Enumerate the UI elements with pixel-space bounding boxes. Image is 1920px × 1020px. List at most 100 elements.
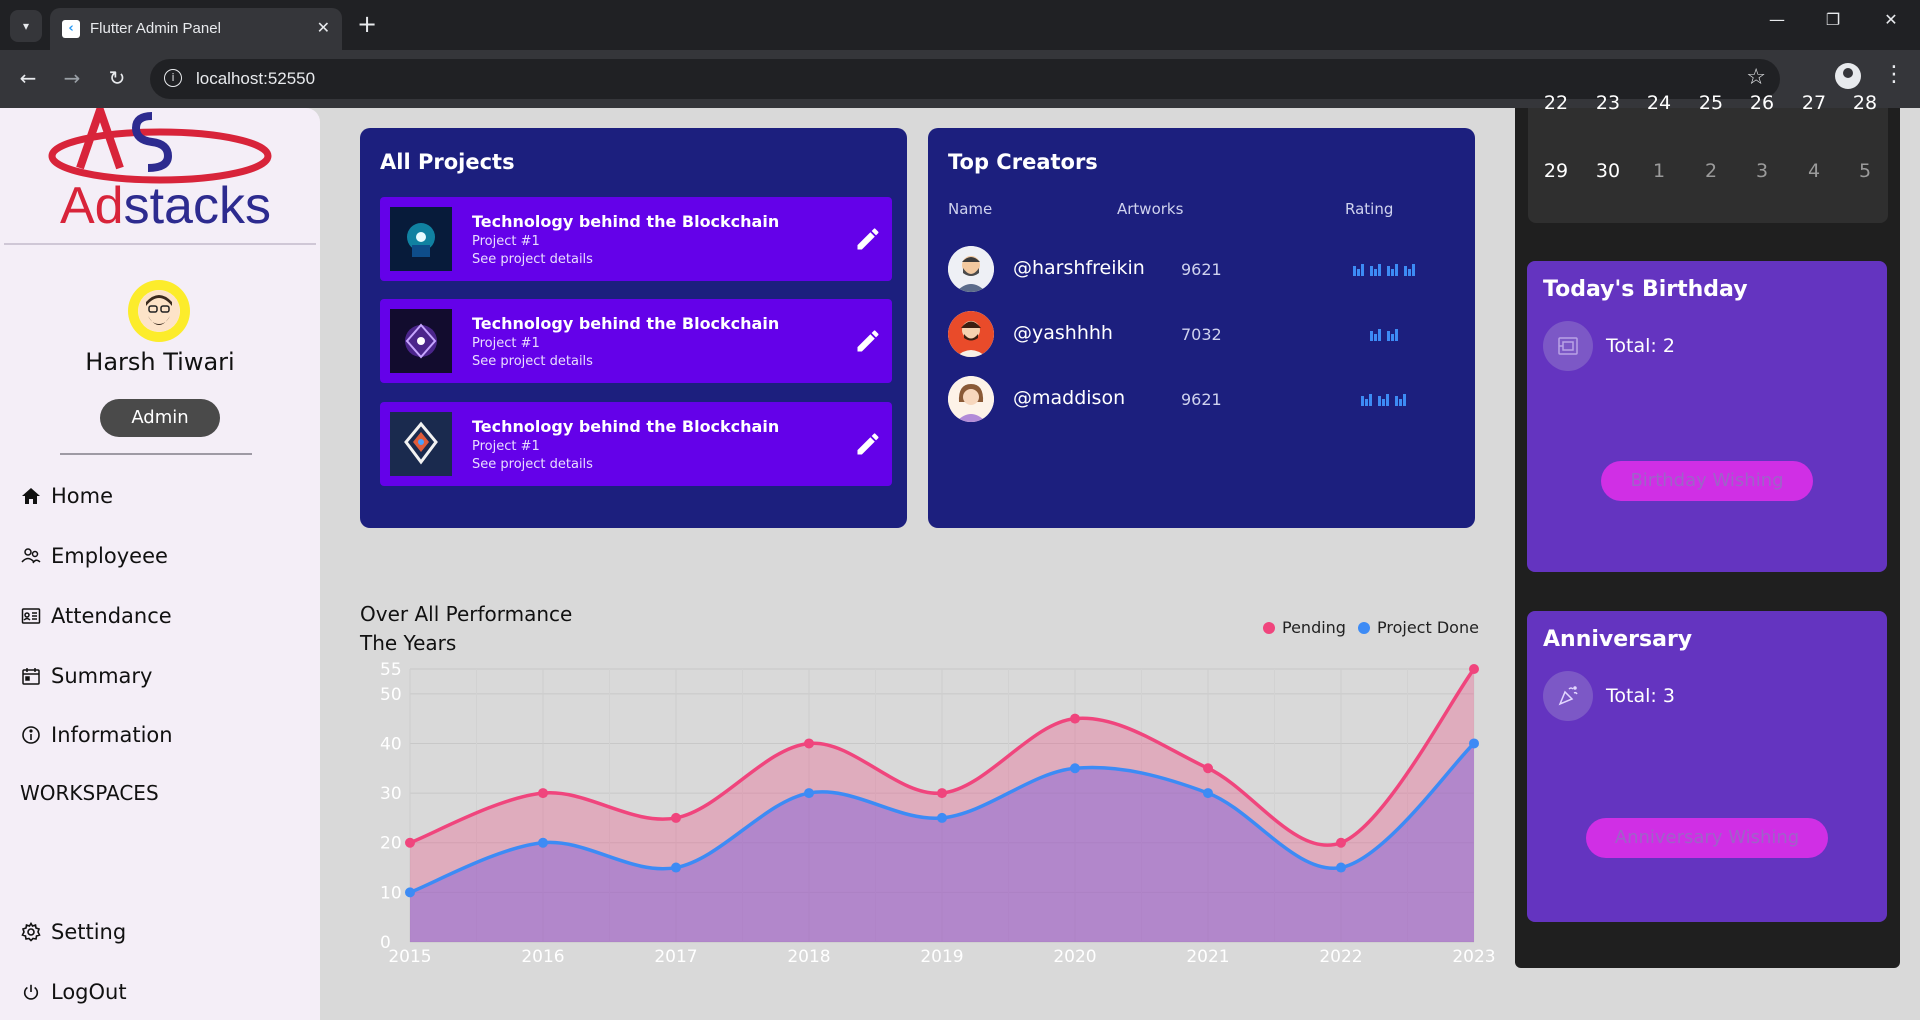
new-tab-button[interactable]: + (352, 10, 382, 38)
calendar-day[interactable]: 24 (1639, 92, 1679, 114)
sidebar-item-summary[interactable]: Summary (20, 661, 152, 691)
data-point (671, 812, 681, 823)
calendar-day[interactable]: 28 (1845, 92, 1885, 114)
window-close-icon[interactable]: ✕ (1876, 10, 1906, 29)
birthday-wishing-button[interactable]: Birthday Wishing (1601, 461, 1813, 501)
project-thumbnail (390, 207, 452, 271)
calendar-day[interactable]: 5 (1845, 160, 1885, 182)
sidebar-item-label: Setting (51, 920, 127, 944)
project-details-link[interactable]: See project details (472, 457, 593, 472)
calendar-day[interactable]: 1 (1639, 160, 1679, 182)
user-name: Harsh Tiwari (85, 348, 235, 376)
y-tick-label: 50 (380, 685, 402, 705)
calendar-day[interactable]: 30 (1588, 160, 1628, 182)
power-icon (20, 981, 42, 1003)
back-icon[interactable]: ← (14, 66, 42, 90)
tab-search-button[interactable]: ▾ (10, 10, 42, 42)
sidebar-item-information[interactable]: Information (20, 720, 173, 750)
avatar[interactable] (128, 280, 190, 342)
edit-pencil-icon[interactable] (854, 430, 882, 458)
minimize-icon[interactable]: — (1762, 10, 1792, 29)
creator-artworks: 9621 (1181, 390, 1222, 409)
creator-artworks: 7032 (1181, 325, 1222, 344)
edit-pencil-icon[interactable] (854, 327, 882, 355)
data-point (671, 862, 681, 873)
project-item[interactable]: Technology behind the Blockchain Project… (380, 197, 892, 281)
calendar-day[interactable]: 26 (1742, 92, 1782, 114)
sidebar-item-attendance[interactable]: Attendance (20, 601, 172, 631)
workspaces-heading: WORKSPACES (20, 781, 159, 805)
reload-icon[interactable]: ↻ (103, 66, 131, 90)
birthday-card: Today's Birthday Total: 2 Birthday Wishi… (1527, 261, 1887, 572)
edit-pencil-icon[interactable] (854, 225, 882, 253)
project-details-link[interactable]: See project details (472, 354, 593, 369)
profile-icon[interactable] (1835, 63, 1861, 89)
role-badge[interactable]: Admin (100, 399, 220, 437)
sidebar-item-label: Information (51, 723, 173, 747)
calendar-day[interactable]: 25 (1691, 92, 1731, 114)
project-item[interactable]: Technology behind the Blockchain Project… (380, 402, 892, 486)
legend-label: Project Done (1377, 618, 1479, 637)
flutter-icon: ‹ (62, 20, 80, 38)
project-name: Technology behind the Blockchain (472, 417, 780, 436)
project-details-link[interactable]: See project details (472, 252, 593, 267)
profile-divider (60, 453, 252, 455)
creator-row[interactable]: @yashhhh 7032 (948, 311, 1448, 359)
creator-handle: @yashhhh (1013, 322, 1113, 344)
calendar-day[interactable]: 3 (1742, 160, 1782, 182)
restore-icon[interactable]: ❐ (1818, 10, 1848, 29)
legend-dot (1263, 621, 1275, 634)
data-point (804, 738, 814, 749)
creator-avatar (948, 311, 994, 357)
data-point (937, 812, 947, 823)
sidebar-item-setting[interactable]: Setting (20, 917, 126, 947)
logo-text: Adstacks (60, 177, 271, 233)
calendar-day[interactable]: 29 (1536, 160, 1576, 182)
close-tab-icon[interactable]: ✕ (317, 18, 330, 37)
y-tick-label: 30 (380, 784, 402, 804)
anniversary-wishing-button[interactable]: Anniversary Wishing (1586, 818, 1828, 858)
calendar-day[interactable]: 27 (1794, 92, 1834, 114)
project-number: Project #1 (472, 439, 540, 454)
data-point (1203, 788, 1213, 799)
url-text[interactable]: localhost:52550 (196, 69, 315, 89)
bookmark-star-icon[interactable]: ☆ (1746, 65, 1766, 90)
sidebar-item-home[interactable]: Home (20, 481, 113, 511)
creator-artworks: 9621 (1181, 260, 1222, 279)
data-point (1070, 713, 1080, 724)
project-thumbnail (390, 309, 452, 373)
sidebar-item-label: Employeee (51, 544, 168, 568)
project-number: Project #1 (472, 234, 540, 249)
kebab-menu-icon[interactable]: ⋮ (1883, 62, 1905, 87)
calendar-day[interactable]: 4 (1794, 160, 1834, 182)
column-header-artworks: Artworks (1117, 200, 1184, 218)
sidebar-item-employee[interactable]: Employeee (20, 541, 168, 571)
creator-row[interactable]: @harshfreikin 9621 (948, 246, 1448, 294)
x-tick-label: 2021 (1186, 947, 1229, 967)
sidebar-item-logout[interactable]: LogOut (20, 977, 127, 1007)
browser-toolbar: ← → ↻ i localhost:52550 ☆ (0, 50, 1920, 108)
anniversary-total: Total: 3 (1606, 685, 1675, 707)
sidebar-item-label: LogOut (51, 980, 127, 1004)
creator-row[interactable]: @maddison 9621 (948, 376, 1448, 424)
sidebar-item-label: Attendance (51, 604, 172, 628)
employees-icon (20, 545, 42, 567)
y-tick-label: 40 (380, 734, 402, 754)
data-point (538, 837, 548, 848)
attendance-icon (20, 605, 42, 627)
forward-icon[interactable]: → (58, 66, 86, 90)
calendar-day[interactable]: 2 (1691, 160, 1731, 182)
calendar-day[interactable]: 22 (1536, 92, 1576, 114)
project-item[interactable]: Technology behind the Blockchain Project… (380, 299, 892, 383)
anniversary-card: Anniversary Total: 3 Anniversary Wishing (1527, 611, 1887, 922)
data-point (1336, 837, 1346, 848)
project-thumbnail (390, 412, 452, 476)
creator-handle: @harshfreikin (1013, 257, 1145, 279)
site-info-icon[interactable]: i (164, 69, 182, 87)
y-tick-label: 55 (380, 660, 402, 680)
legend-project-done: Project Done (1358, 618, 1479, 637)
browser-tab[interactable]: ‹ Flutter Admin Panel ✕ (50, 8, 342, 50)
summary-icon (20, 665, 42, 687)
info-icon (20, 724, 42, 746)
calendar-day[interactable]: 23 (1588, 92, 1628, 114)
